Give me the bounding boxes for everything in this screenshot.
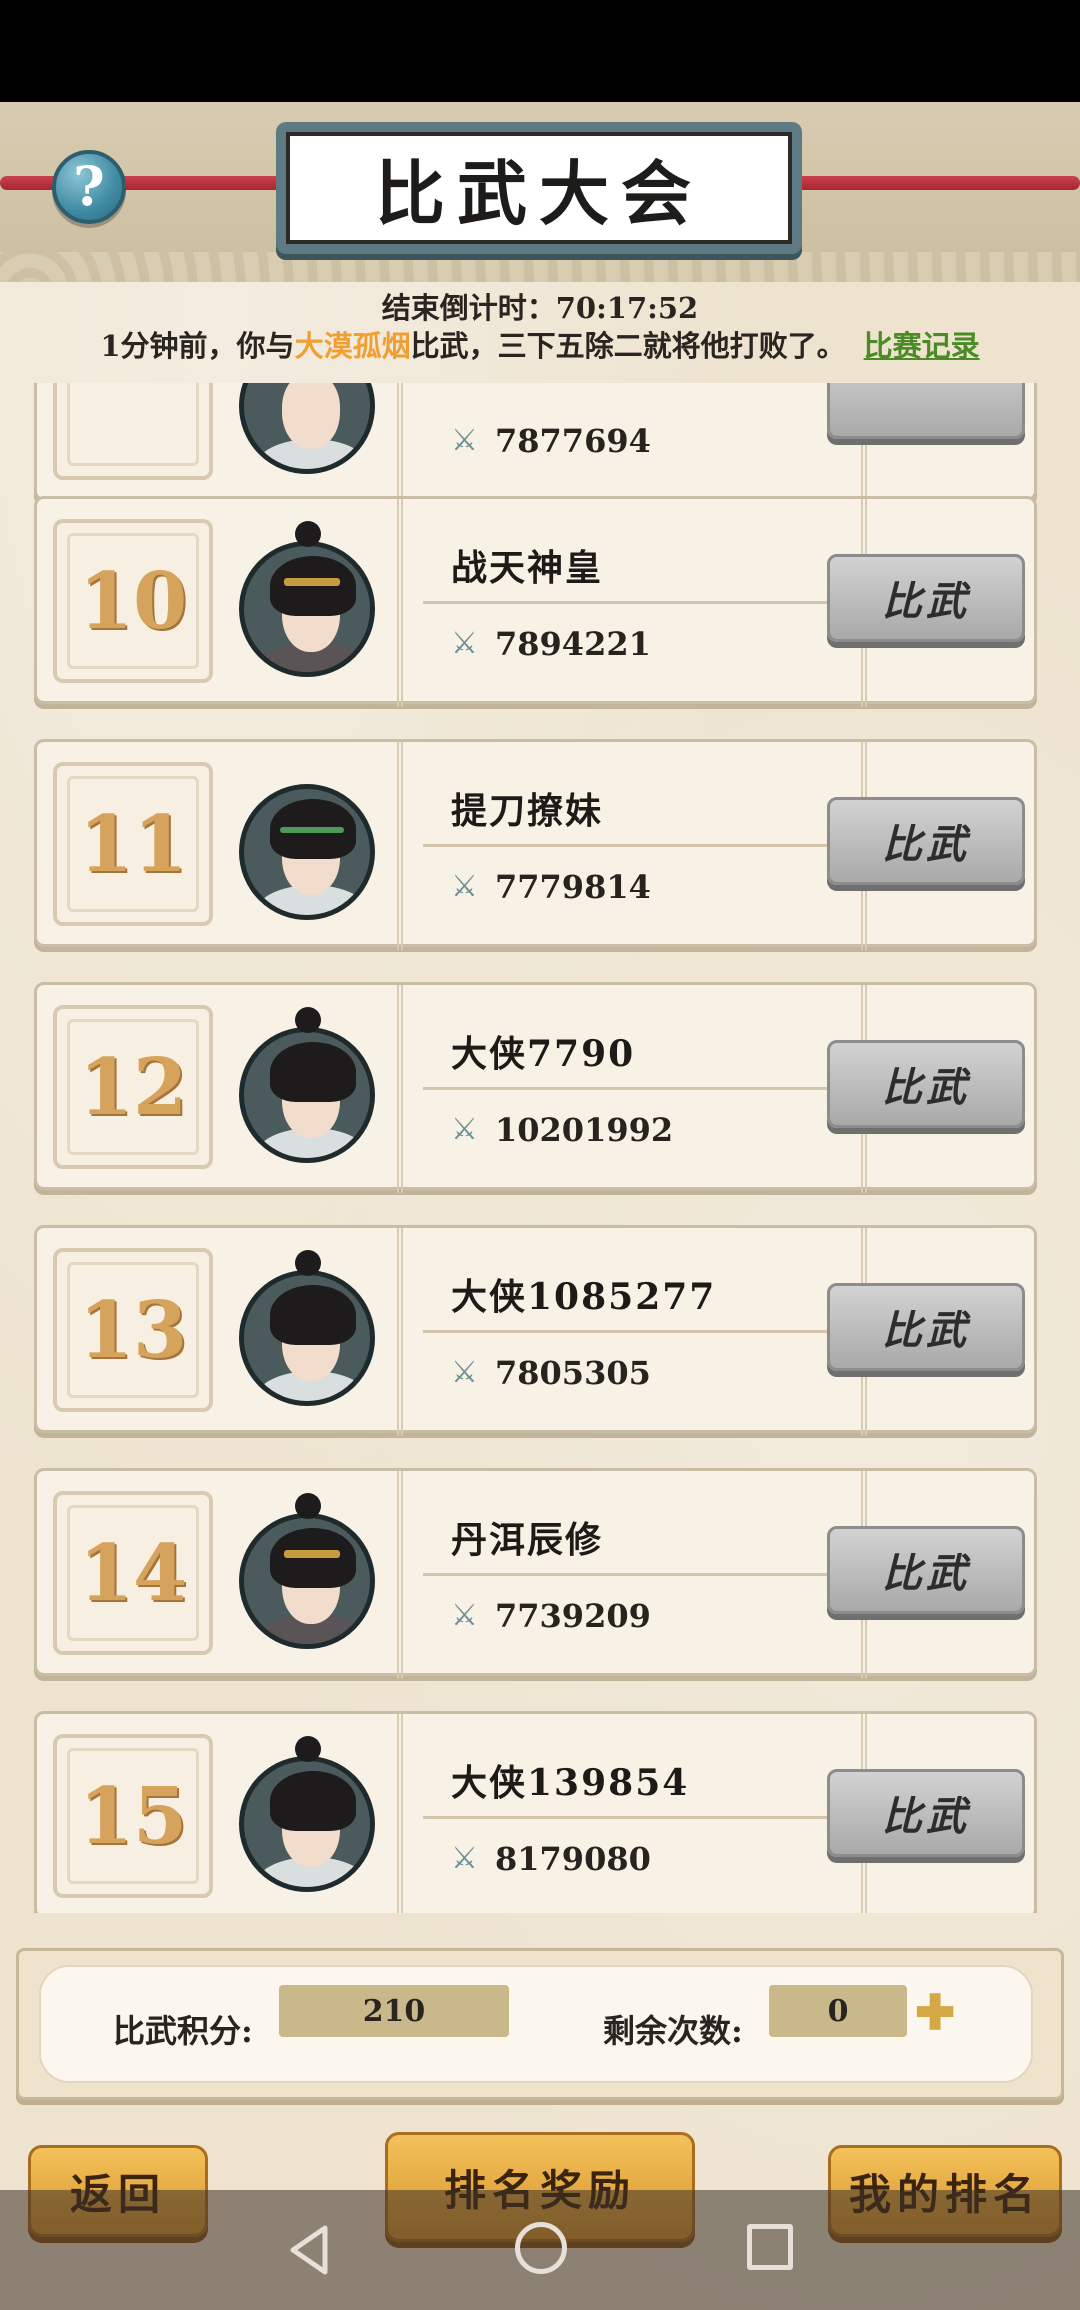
crossed-swords-icon: ⚔	[451, 869, 478, 904]
rank-number: 15	[78, 1770, 188, 1862]
title-frame: 比武大会	[286, 132, 792, 244]
player-name: 大侠139854	[451, 1762, 690, 1804]
opponent-name[interactable]: 大漠孤烟	[295, 329, 411, 363]
fight-button[interactable]	[827, 383, 1025, 439]
fight-button[interactable]: 比武	[827, 554, 1025, 642]
rank-box: 15	[53, 1734, 213, 1898]
rank-box: 10	[53, 519, 213, 683]
title-plate: 比武大会	[276, 122, 802, 254]
avatar	[239, 383, 375, 474]
help-button[interactable]: ?	[52, 150, 126, 224]
rank-box: 13	[53, 1248, 213, 1412]
player-info: 大侠1085277 ⚔ 7805305	[397, 1228, 867, 1436]
player-power: 7894221	[495, 625, 651, 663]
player-name: 战天神皇	[451, 547, 604, 589]
ranking-row: 15 大侠139854 ⚔ 8179080 比武	[34, 1711, 1037, 1913]
player-power: 7877694	[495, 422, 651, 460]
rank-number: 13	[78, 1284, 188, 1376]
player-info: 丹洱辰修 ⚔ 7739209	[397, 1471, 867, 1679]
ranking-row-partial: ⚔ 7877694	[34, 383, 1037, 504]
rank-box: 14	[53, 1491, 213, 1655]
crossed-swords-icon: ⚔	[451, 1598, 478, 1633]
crossed-swords-icon: ⚔	[451, 1355, 478, 1390]
crossed-swords-icon: ⚔	[451, 1112, 478, 1147]
player-info: 战天神皇 ⚔ 7894221	[397, 499, 867, 707]
player-name: 丹洱辰修	[451, 1519, 604, 1561]
fight-button[interactable]: 比武	[827, 797, 1025, 885]
page-title: 比武大会	[375, 151, 703, 235]
ranking-row: 10 战天神皇 ⚔ 7894221 比武	[34, 496, 1037, 707]
rank-box: 12	[53, 1005, 213, 1169]
rank-number: 14	[78, 1527, 188, 1619]
player-name: 大侠1085277	[451, 1276, 717, 1318]
player-info: 大侠7790 ⚔ 10201992	[397, 985, 867, 1193]
fight-button[interactable]: 比武	[827, 1769, 1025, 1857]
system-nav-bar	[0, 2190, 1080, 2310]
battle-message-suffix: 比武，三下五除二就将他打败了。	[410, 329, 846, 363]
rank-number: 12	[78, 1041, 188, 1133]
player-power: 8179080	[495, 1840, 651, 1878]
divider	[423, 1087, 843, 1090]
divider	[423, 844, 843, 847]
avatar[interactable]	[239, 521, 375, 677]
battle-message: 1分钟前，你与大漠孤烟比武，三下五除二就将他打败了。 比赛记录	[0, 323, 1080, 365]
ranking-row: 12 大侠7790 ⚔ 10201992 比武	[34, 982, 1037, 1193]
divider	[423, 1573, 843, 1576]
avatar[interactable]	[239, 1250, 375, 1406]
player-name: 大侠7790	[451, 1033, 636, 1075]
crossed-swords-icon: ⚔	[451, 626, 478, 661]
player-info: 提刀撩妹 ⚔ 7779814	[397, 742, 867, 950]
rank-number: 10	[78, 555, 188, 647]
fight-button[interactable]: 比武	[827, 1283, 1025, 1371]
divider	[423, 601, 843, 604]
player-power: 10201992	[495, 1111, 674, 1149]
player-power: 7805305	[495, 1354, 651, 1392]
countdown-timer: 结束倒计时：70:17:52	[381, 291, 699, 325]
rope-right	[780, 176, 1080, 190]
remaining-label: 剩余次数:	[603, 2012, 743, 2050]
ranking-list[interactable]: ⚔ 7877694 10 战天神皇 ⚔ 7894221 比武 11 提刀撩妹 ⚔…	[0, 383, 1080, 1913]
nav-home-icon[interactable]	[515, 2222, 567, 2274]
ranking-row: 11 提刀撩妹 ⚔ 7779814 比武	[34, 739, 1037, 950]
fight-button[interactable]: 比武	[827, 1040, 1025, 1128]
score-label: 比武积分:	[113, 2012, 253, 2050]
plus-icon[interactable]: ✚	[915, 1989, 955, 2037]
crossed-swords-icon: ⚔	[451, 423, 478, 458]
player-info: ⚔ 7877694	[397, 383, 867, 504]
player-power: 7739209	[495, 1597, 651, 1635]
nav-back-icon[interactable]	[285, 2222, 333, 2278]
score-value: 210	[279, 1985, 509, 2037]
rope-left	[0, 176, 300, 190]
stats-panel: 比武积分: 210 剩余次数: 0 ✚	[16, 1948, 1064, 2100]
player-info: 大侠139854 ⚔ 8179080	[397, 1714, 867, 1913]
divider	[423, 1330, 843, 1333]
avatar[interactable]	[239, 764, 375, 920]
avatar[interactable]	[239, 1736, 375, 1892]
avatar[interactable]	[239, 1007, 375, 1163]
player-name: 提刀撩妹	[451, 790, 604, 832]
nav-recents-icon[interactable]	[747, 2224, 793, 2270]
status-bar	[0, 0, 1080, 102]
avatar[interactable]	[239, 1493, 375, 1649]
rank-number: 11	[78, 798, 188, 890]
battle-message-prefix: 1分钟前，你与	[100, 329, 295, 363]
rank-box: 11	[53, 762, 213, 926]
match-record-link[interactable]: 比赛记录	[864, 329, 980, 363]
divider	[423, 1816, 843, 1819]
rank-box	[53, 383, 213, 480]
ranking-row: 14 丹洱辰修 ⚔ 7739209 比武	[34, 1468, 1037, 1679]
player-power: 7779814	[495, 868, 651, 906]
ranking-row: 13 大侠1085277 ⚔ 7805305 比武	[34, 1225, 1037, 1436]
remaining-value: 0	[769, 1985, 907, 2037]
crossed-swords-icon: ⚔	[451, 1841, 478, 1876]
fight-button[interactable]: 比武	[827, 1526, 1025, 1614]
